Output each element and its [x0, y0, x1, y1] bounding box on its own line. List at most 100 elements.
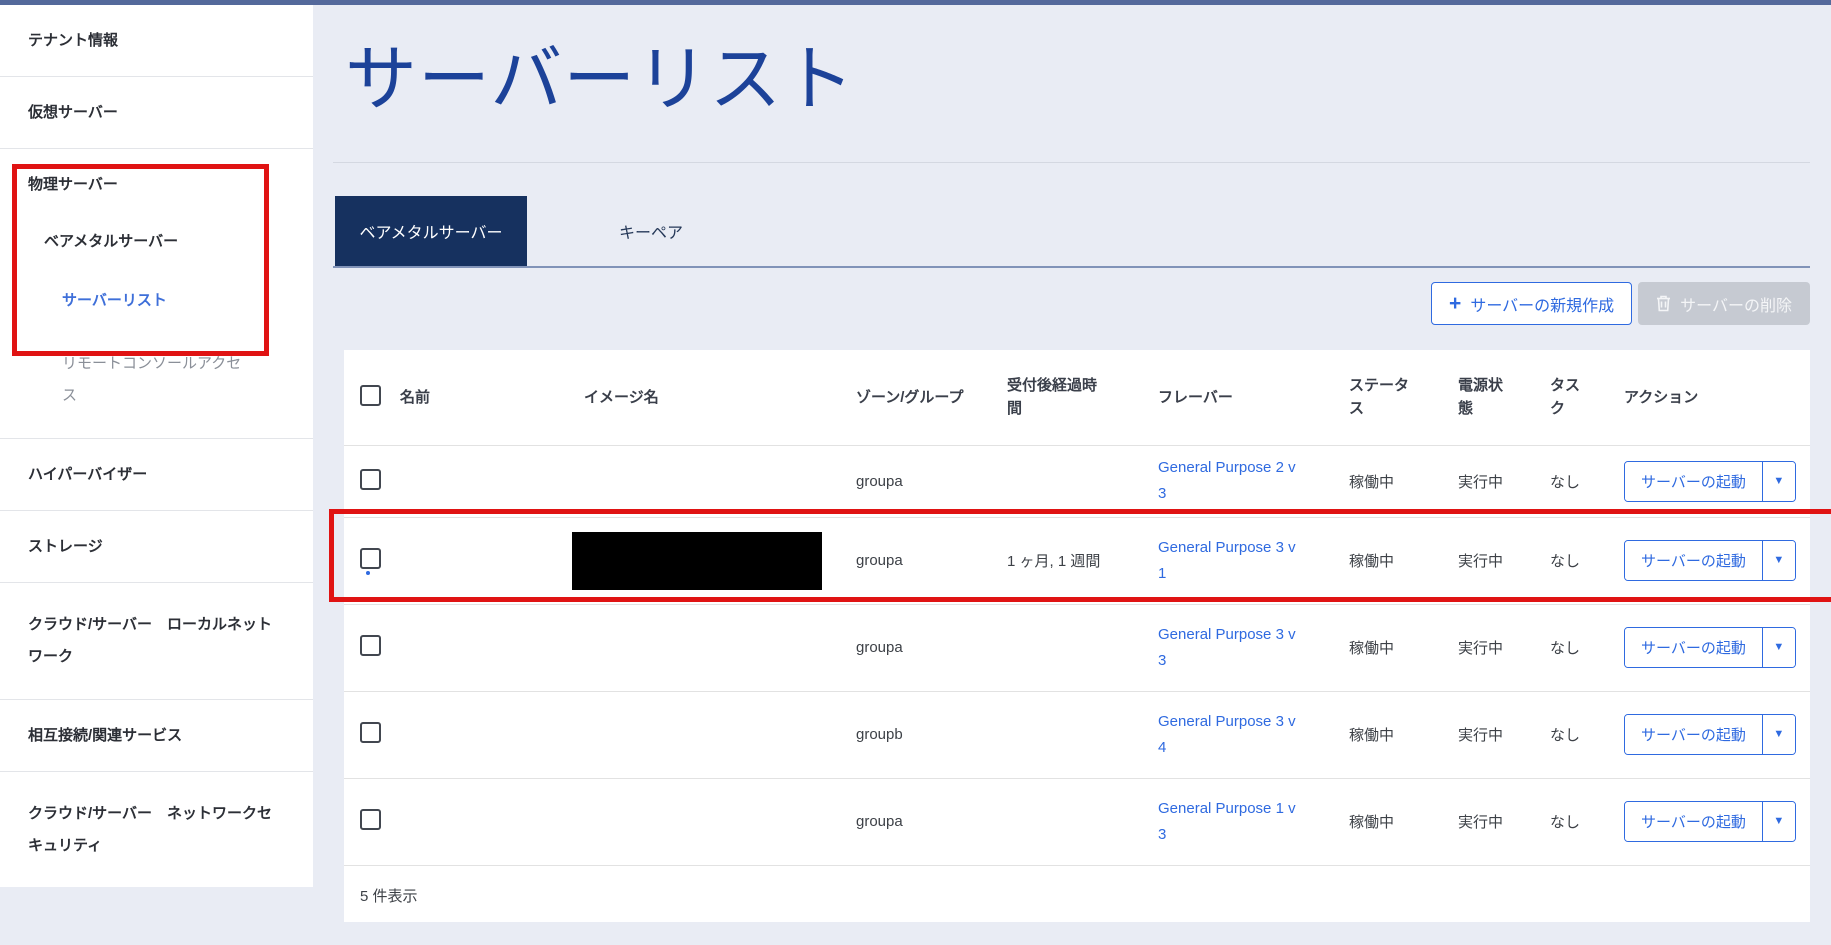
- header-flavor: フレーバー: [1158, 386, 1233, 409]
- sidebar-item-physical-server[interactable]: 物理サーバー: [0, 175, 283, 194]
- cell-flavor: General Purpose 3 v 1: [1158, 517, 1349, 604]
- sidebar-item-local-network[interactable]: クラウド/サーバー ローカルネットワーク: [0, 609, 283, 673]
- cell-action: サーバーの起動 ▼: [1624, 517, 1810, 604]
- cell-status: 稼働中: [1349, 691, 1458, 778]
- cell-task: なし: [1550, 517, 1624, 604]
- flavor-link[interactable]: General Purpose 3 v: [1158, 622, 1325, 648]
- action-dropdown-button[interactable]: ▼: [1762, 628, 1795, 667]
- cell-task: なし: [1550, 604, 1624, 691]
- tab-keypair[interactable]: キーペア: [573, 196, 729, 266]
- table-row: groupb General Purpose 3 v 4 稼働中 実行中 なし …: [344, 691, 1810, 778]
- server-table-card: 名前 イメージ名 ゾーン/グループ 受付後経過時間 フレーバー ステータス 電源…: [344, 350, 1810, 922]
- server-start-button[interactable]: サーバーの起動: [1625, 802, 1762, 841]
- sidebar-item-hypervisor[interactable]: ハイパーバイザー: [0, 465, 283, 484]
- row-checkbox[interactable]: [360, 635, 381, 656]
- flavor-link[interactable]: General Purpose 1 v: [1158, 796, 1325, 822]
- cell-zone: groupa: [856, 517, 1007, 604]
- server-start-button[interactable]: サーバーの起動: [1625, 541, 1762, 580]
- flavor-link[interactable]: General Purpose 3 v: [1158, 535, 1325, 561]
- sidebar-section: クラウド/サーバー ローカルネットワーク: [0, 583, 313, 700]
- sidebar-item-storage[interactable]: ストレージ: [0, 537, 283, 556]
- row-checkbox[interactable]: [360, 548, 381, 569]
- sidebar-item-network-security[interactable]: クラウド/サーバー ネットワークセキュリティ: [0, 798, 283, 862]
- caret-down-icon: ▼: [1773, 642, 1784, 653]
- sidebar-item-tenant-info[interactable]: テナント情報: [0, 31, 283, 50]
- select-all-checkbox[interactable]: [360, 385, 381, 406]
- action-dropdown-button[interactable]: ▼: [1762, 802, 1795, 841]
- page-title: サーバーリスト: [345, 41, 855, 120]
- sidebar-section: 物理サーバー ベアメタルサーバー サーバーリスト リモートコンソールアクセス: [0, 149, 313, 439]
- cell-elapsed: [1007, 604, 1158, 691]
- flavor-link[interactable]: 3: [1158, 481, 1325, 507]
- flavor-link[interactable]: 4: [1158, 735, 1325, 761]
- create-server-label: サーバーの新規作成: [1470, 292, 1614, 316]
- cell-name: [400, 778, 584, 865]
- cell-image-name: [584, 604, 856, 691]
- main-content: サーバーリスト ベアメタルサーバー キーペア + サーバーの新規作成 サーバーの…: [313, 5, 1831, 945]
- sidebar-item-interconnect-services[interactable]: 相互接続/関連サービス: [0, 726, 283, 745]
- row-count-label: 5 件表示: [344, 865, 1810, 932]
- cell-flavor: General Purpose 3 v 3: [1158, 604, 1349, 691]
- cell-flavor: General Purpose 3 v 4: [1158, 691, 1349, 778]
- create-server-button[interactable]: + サーバーの新規作成: [1431, 282, 1632, 325]
- header-zone-group: ゾーン/グループ: [856, 386, 964, 409]
- sidebar-section: 仮想サーバー: [0, 77, 313, 149]
- cell-elapsed: 1 ヶ月, 1 週間: [1007, 517, 1158, 604]
- action-dropdown-button[interactable]: ▼: [1762, 462, 1795, 501]
- flavor-link[interactable]: 3: [1158, 648, 1325, 674]
- delete-server-button[interactable]: サーバーの削除: [1638, 282, 1810, 325]
- header-image-name: イメージ名: [584, 386, 659, 409]
- plus-icon: +: [1449, 293, 1461, 314]
- cell-image-name: [584, 445, 856, 517]
- caret-down-icon: ▼: [1773, 555, 1784, 566]
- sidebar-section: 相互接続/関連サービス: [0, 700, 313, 772]
- header-action: アクション: [1624, 386, 1698, 409]
- action-dropdown-button[interactable]: ▼: [1762, 715, 1795, 754]
- cell-status: 稼働中: [1349, 778, 1458, 865]
- sidebar-item-server-list[interactable]: サーバーリスト: [0, 291, 283, 310]
- caret-down-icon: ▼: [1773, 476, 1784, 487]
- cell-flavor: General Purpose 1 v 3: [1158, 778, 1349, 865]
- header-status: ステータス: [1349, 374, 1415, 420]
- flavor-link[interactable]: 3: [1158, 822, 1325, 848]
- sidebar-item-virtual-server[interactable]: 仮想サーバー: [0, 103, 283, 122]
- cell-task: なし: [1550, 778, 1624, 865]
- cell-flavor: General Purpose 2 v 3: [1158, 445, 1349, 517]
- cell-image-name: [584, 517, 856, 604]
- cell-task: なし: [1550, 691, 1624, 778]
- tab-bar: ベアメタルサーバー キーペア: [333, 196, 1810, 268]
- cell-status: 稼働中: [1349, 604, 1458, 691]
- sidebar-item-remote-console-access[interactable]: リモートコンソールアクセス: [0, 348, 250, 412]
- server-start-button[interactable]: サーバーの起動: [1625, 628, 1762, 667]
- cell-power: 実行中: [1458, 778, 1550, 865]
- sidebar-section: ハイパーバイザー: [0, 439, 313, 511]
- flavor-link[interactable]: General Purpose 3 v: [1158, 709, 1325, 735]
- cell-power: 実行中: [1458, 517, 1550, 604]
- row-checkbox[interactable]: [360, 722, 381, 743]
- cell-action: サーバーの起動 ▼: [1624, 778, 1810, 865]
- sidebar-item-baremetal-server[interactable]: ベアメタルサーバー: [0, 232, 283, 251]
- cell-elapsed: [1007, 445, 1158, 517]
- flavor-link[interactable]: General Purpose 2 v: [1158, 455, 1325, 481]
- cell-action: サーバーの起動 ▼: [1624, 445, 1810, 517]
- action-dropdown-button[interactable]: ▼: [1762, 541, 1795, 580]
- sidebar-section: ストレージ: [0, 511, 313, 583]
- cell-name: [400, 604, 584, 691]
- server-start-button[interactable]: サーバーの起動: [1625, 462, 1762, 501]
- flavor-link[interactable]: 1: [1158, 561, 1325, 587]
- table-header-row: 名前 イメージ名 ゾーン/グループ 受付後経過時間 フレーバー ステータス 電源…: [344, 350, 1810, 445]
- cell-image-name: [584, 778, 856, 865]
- row-checkbox[interactable]: [360, 809, 381, 830]
- header-power-state: 電源状態: [1458, 374, 1510, 420]
- redacted-image-name: [572, 532, 822, 590]
- cell-status: 稼働中: [1349, 517, 1458, 604]
- tab-baremetal-server[interactable]: ベアメタルサーバー: [335, 196, 527, 266]
- cell-name: [400, 691, 584, 778]
- server-start-button[interactable]: サーバーの起動: [1625, 715, 1762, 754]
- sidebar-section: テナント情報: [0, 5, 313, 77]
- cell-status: 稼働中: [1349, 445, 1458, 517]
- header-task: タスク: [1550, 374, 1586, 420]
- row-checkbox[interactable]: [360, 469, 381, 490]
- table-row-highlighted: groupa 1 ヶ月, 1 週間 General Purpose 3 v 1 …: [344, 517, 1810, 604]
- cell-name: [400, 517, 584, 604]
